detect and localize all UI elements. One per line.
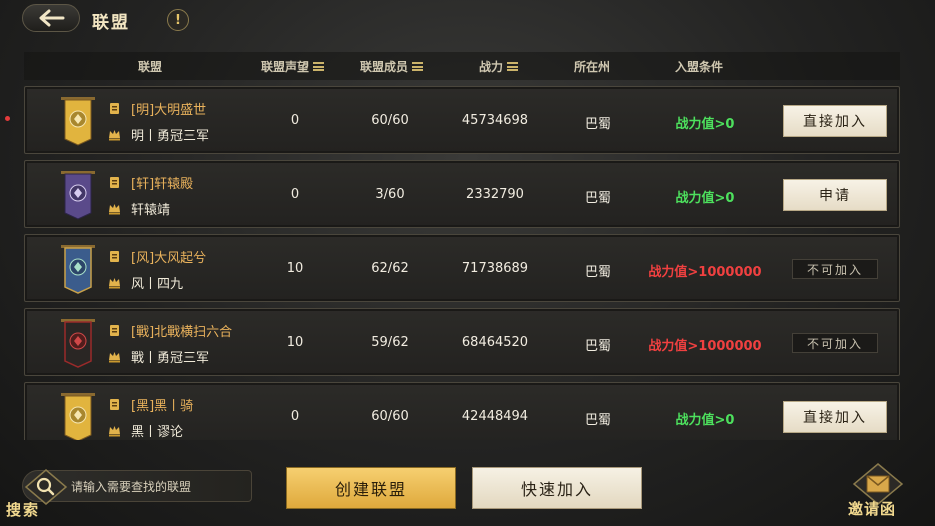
region-value: 巴蜀	[584, 265, 611, 280]
apply-button[interactable]: 申请	[783, 179, 887, 211]
info-icon[interactable]: !	[167, 9, 189, 31]
table-header: 联盟 联盟声望 联盟成员 战力 所在州 入盟条件	[24, 52, 900, 80]
notification-dot	[5, 116, 10, 121]
column-header-condition: 入盟条件	[675, 60, 724, 74]
cannot-join-button[interactable]: 不可加入	[792, 259, 878, 279]
alliance-list[interactable]: [明]大明盛世 明丨勇冠三军 0 60/60 45734698 巴蜀 战力值>0…	[24, 84, 900, 440]
alliance-banner-icon	[61, 319, 95, 368]
alliance-name: [明]大明盛世	[131, 103, 207, 118]
region-value: 巴蜀	[584, 413, 611, 428]
condition-value: 战力值>0	[675, 191, 735, 206]
bottom-bar: 搜索 创建联盟 快速加入 邀请函	[0, 458, 935, 526]
alliance-name: [黑]黑丨骑	[131, 399, 194, 414]
leader-crown-icon	[109, 278, 120, 289]
leader-name: 轩辕靖	[131, 203, 171, 218]
alliance-crest-icon	[110, 103, 119, 114]
table-row[interactable]: [黑]黑丨骑 黑丨谬论 0 60/60 42448494 巴蜀 战力值>0 直接…	[24, 382, 900, 440]
column-header-prestige[interactable]: 联盟声望	[261, 58, 325, 75]
members-value: 3/60	[375, 187, 405, 202]
power-value: 42448494	[461, 409, 529, 424]
alliance-name: [轩]轩辕殿	[131, 177, 194, 192]
search-input[interactable]	[71, 477, 246, 497]
power-value: 2332790	[466, 187, 524, 202]
prestige-value: 0	[290, 187, 300, 202]
alliance-banner-icon	[61, 97, 95, 146]
region-value: 巴蜀	[584, 117, 611, 132]
sort-icon	[313, 62, 325, 71]
leader-crown-icon	[109, 352, 120, 363]
alliance-banner-icon	[61, 393, 95, 440]
create-alliance-button[interactable]: 创建联盟	[286, 467, 456, 509]
table-row[interactable]: [风]大风起兮 风丨四九 10 62/62 71738689 巴蜀 战力值>10…	[24, 234, 900, 302]
sort-icon	[507, 62, 519, 71]
quick-join-button[interactable]: 快速加入	[472, 467, 642, 509]
power-value: 71738689	[461, 261, 529, 276]
power-value: 45734698	[461, 113, 529, 128]
leader-crown-icon	[109, 426, 120, 437]
members-value: 60/60	[371, 409, 409, 424]
condition-value: 战力值>0	[675, 413, 735, 428]
prestige-value: 10	[286, 261, 304, 276]
region-value: 巴蜀	[584, 191, 611, 206]
members-value: 62/62	[371, 261, 409, 276]
back-button[interactable]	[22, 4, 80, 32]
leader-name: 黑丨谬论	[131, 425, 184, 440]
members-value: 59/62	[371, 335, 409, 350]
table-row[interactable]: [轩]轩辕殿 轩辕靖 0 3/60 2332790 巴蜀 战力值>0 申请	[24, 160, 900, 228]
top-bar: 联盟 !	[0, 0, 935, 40]
table-row[interactable]: [明]大明盛世 明丨勇冠三军 0 60/60 45734698 巴蜀 战力值>0…	[24, 86, 900, 154]
leader-name: 戰丨勇冠三军	[131, 351, 210, 366]
search-label[interactable]: 搜索	[6, 499, 40, 520]
page-title: 联盟	[92, 13, 130, 33]
alliance-name: [戰]北戰横扫六合	[131, 325, 233, 340]
leader-crown-icon	[109, 130, 120, 141]
column-header-alliance: 联盟	[138, 60, 163, 74]
alliance-banner-icon	[61, 171, 95, 220]
search-box[interactable]	[22, 469, 252, 505]
arrow-left-icon	[39, 9, 65, 27]
condition-value: 战力值>1000000	[648, 339, 762, 354]
alliance-crest-icon	[110, 177, 119, 188]
sort-icon	[412, 62, 424, 71]
invitation-label[interactable]: 邀请函	[848, 498, 896, 519]
power-value: 68464520	[461, 335, 529, 350]
column-header-region: 所在州	[574, 60, 611, 74]
cannot-join-button[interactable]: 不可加入	[792, 333, 878, 353]
prestige-value: 0	[290, 113, 300, 128]
leader-name: 明丨勇冠三军	[131, 129, 210, 144]
column-header-power[interactable]: 战力	[479, 58, 519, 75]
table-row[interactable]: [戰]北戰横扫六合 戰丨勇冠三军 10 59/62 68464520 巴蜀 战力…	[24, 308, 900, 376]
condition-value: 战力值>1000000	[648, 265, 762, 280]
leader-name: 风丨四九	[131, 277, 184, 292]
members-value: 60/60	[371, 113, 409, 128]
region-value: 巴蜀	[584, 339, 611, 354]
alliance-crest-icon	[110, 251, 119, 262]
join-directly-button[interactable]: 直接加入	[783, 401, 887, 433]
alliance-crest-icon	[110, 399, 119, 410]
column-header-members[interactable]: 联盟成员	[360, 58, 424, 75]
prestige-value: 0	[290, 409, 300, 424]
join-directly-button[interactable]: 直接加入	[783, 105, 887, 137]
prestige-value: 10	[286, 335, 304, 350]
alliance-crest-icon	[110, 325, 119, 336]
condition-value: 战力值>0	[675, 117, 735, 132]
alliance-banner-icon	[61, 245, 95, 294]
alliance-name: [风]大风起兮	[131, 251, 207, 266]
leader-crown-icon	[109, 204, 120, 215]
